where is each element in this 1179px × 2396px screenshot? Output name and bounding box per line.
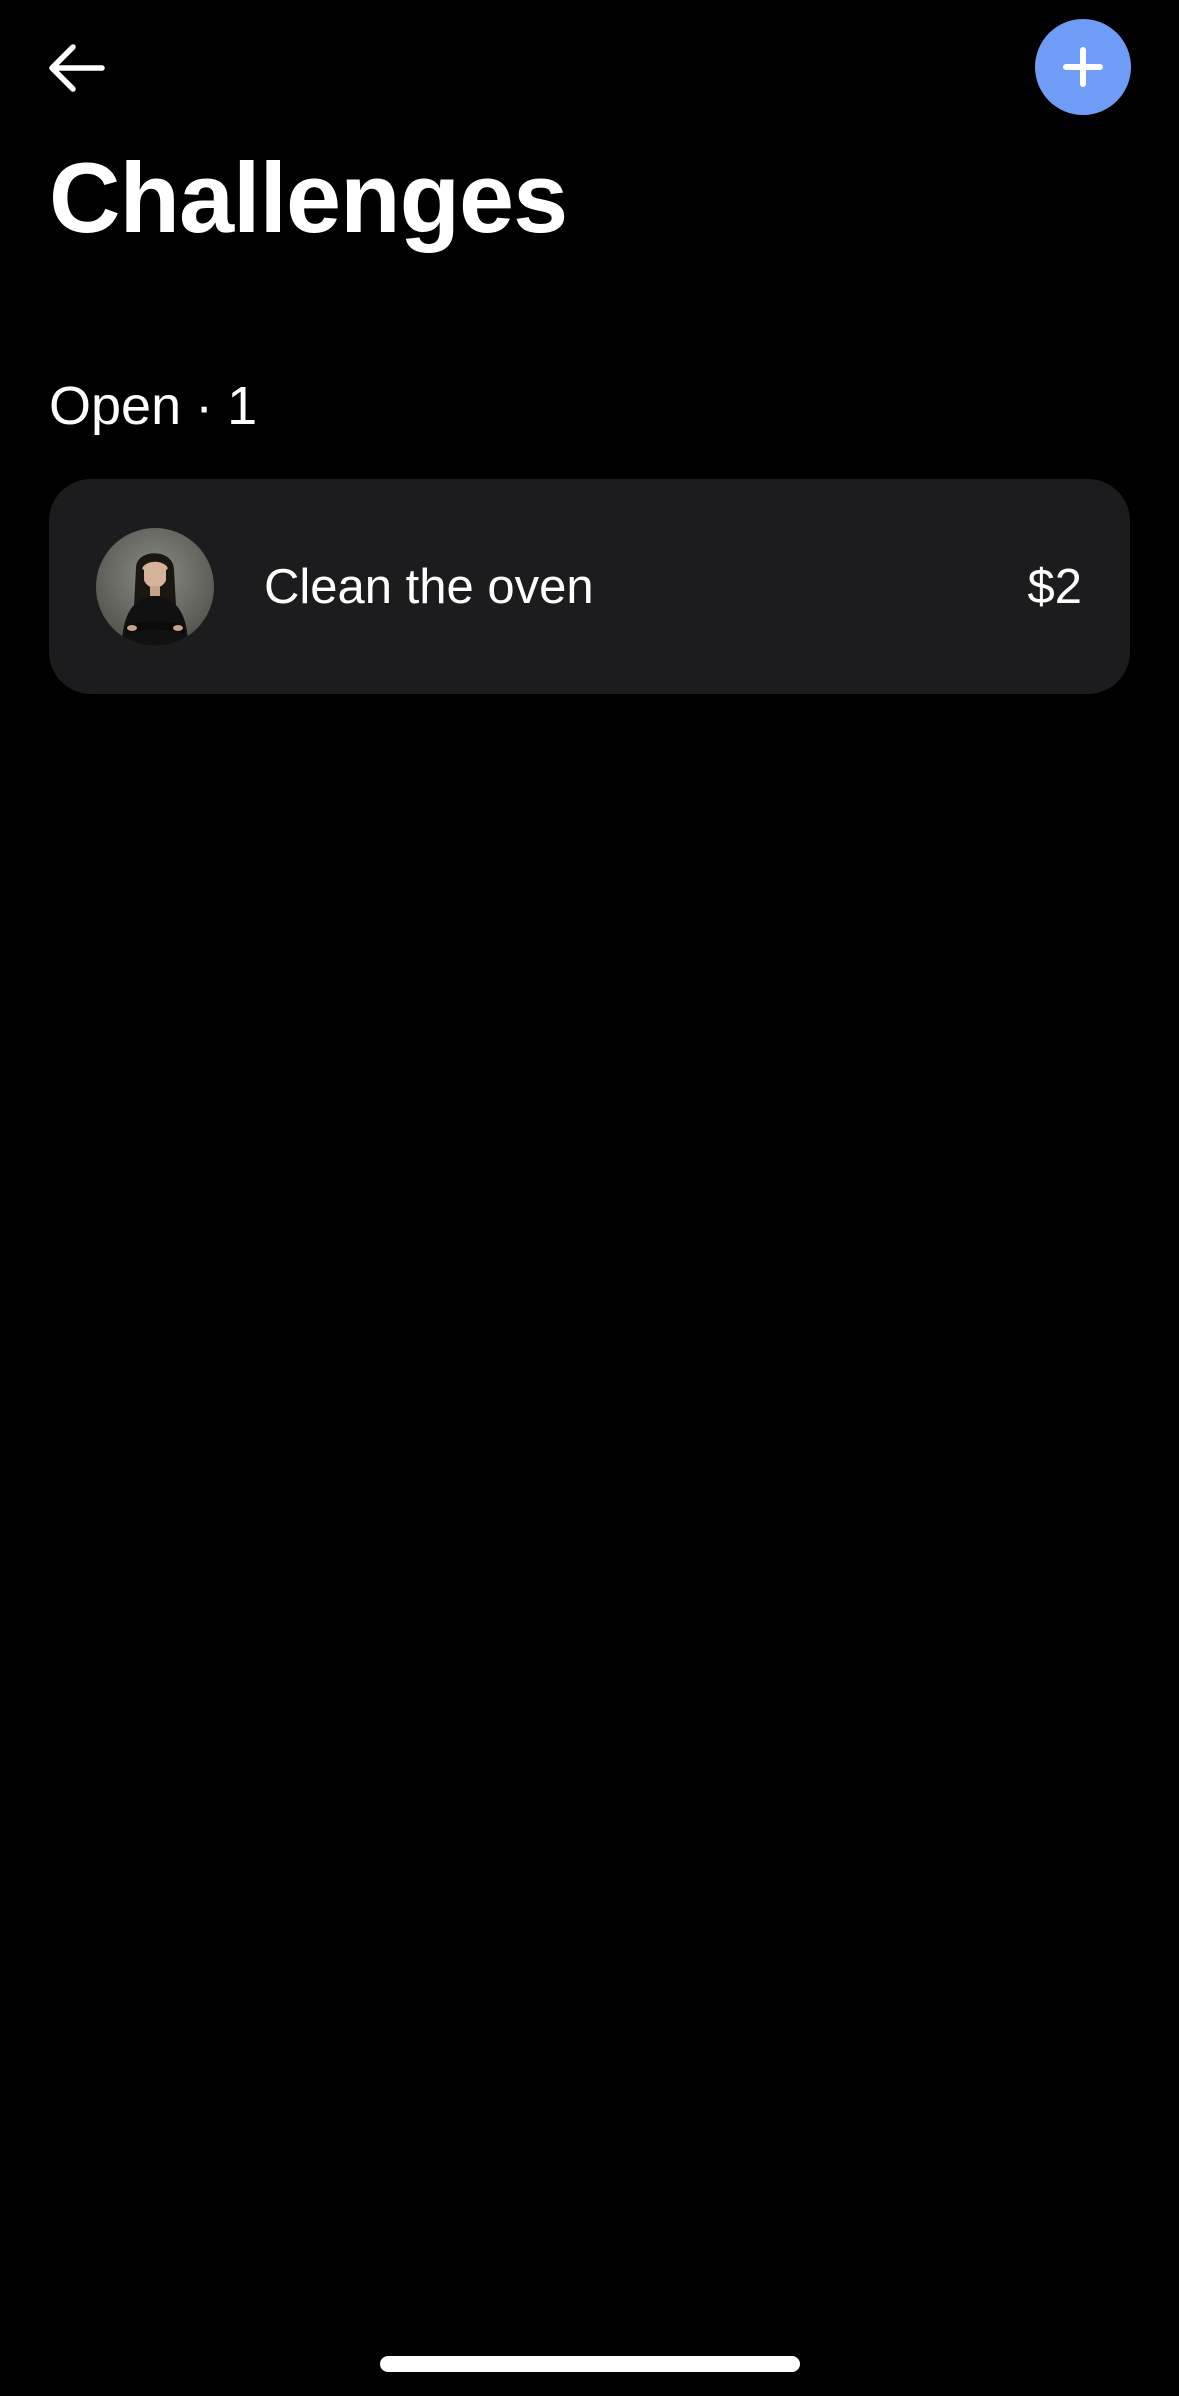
avatar <box>96 527 214 646</box>
user-avatar-photo <box>96 527 214 646</box>
challenge-card[interactable]: Clean the oven $2 <box>49 479 1130 694</box>
challenge-amount: $2 <box>1027 559 1082 614</box>
home-indicator[interactable] <box>380 2356 800 2372</box>
page-title: Challenges <box>49 142 568 253</box>
add-challenge-button[interactable] <box>1035 19 1131 115</box>
section-separator: · <box>195 376 214 436</box>
section-header-open: Open · 1 <box>49 370 257 442</box>
challenge-title: Clean the oven <box>264 559 594 614</box>
arrow-left-icon <box>49 44 105 92</box>
back-button[interactable] <box>30 22 122 114</box>
section-count: 1 <box>227 376 258 436</box>
section-label: Open <box>49 376 182 436</box>
plus-icon <box>1063 47 1103 87</box>
